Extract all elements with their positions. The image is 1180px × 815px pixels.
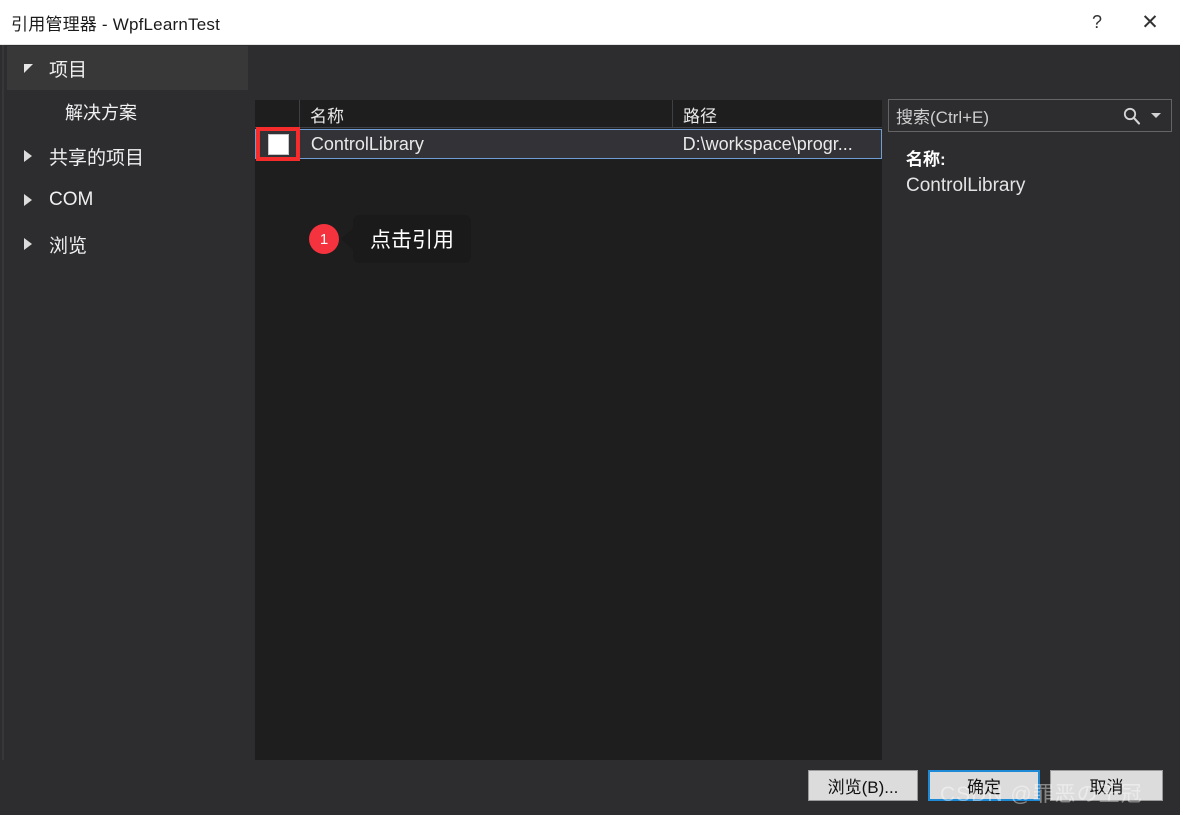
column-header-name[interactable]: 名称	[300, 100, 673, 128]
help-button[interactable]: ?	[1074, 0, 1120, 45]
column-header-path[interactable]: 路径	[673, 100, 882, 128]
table-row[interactable]: ControlLibrary D:\workspace\progr...	[255, 129, 882, 159]
title-bar: 引用管理器 - WpfLearnTest ? ✕	[0, 0, 1180, 45]
dialog-body: 项目 解决方案 共享的项目 COM 浏览 名称 路径 ControlLibrar…	[0, 45, 1180, 798]
chevron-down-icon[interactable]	[15, 63, 41, 73]
window-controls: ? ✕	[1074, 0, 1180, 45]
sidebar-item-label: 共享的项目	[49, 147, 145, 169]
sidebar-item-solution[interactable]: 解决方案	[7, 90, 248, 134]
reference-checkbox[interactable]	[267, 133, 289, 155]
sidebar-item-label: 解决方案	[65, 103, 137, 123]
reference-list-panel: 名称 路径 ControlLibrary D:\workspace\progr.…	[255, 100, 882, 798]
sidebar: 项目 解决方案 共享的项目 COM 浏览	[0, 45, 255, 760]
window-edge-line	[2, 45, 4, 760]
footer-bar: 浏览(B)... 确定 取消	[0, 760, 1180, 815]
row-path: D:\workspace\progr...	[682, 133, 853, 154]
search-box[interactable]: 搜索(Ctrl+E)	[888, 99, 1172, 132]
sidebar-item-com[interactable]: COM	[7, 178, 248, 222]
cancel-button[interactable]: 取消	[1050, 770, 1163, 801]
row-checkbox-cell[interactable]	[256, 130, 301, 158]
details-name-label: 名称:	[906, 150, 946, 169]
sidebar-item-projects[interactable]: 项目	[7, 46, 248, 90]
chevron-right-icon[interactable]	[15, 238, 41, 250]
search-icon[interactable]	[1122, 106, 1142, 126]
sidebar-item-shared-projects[interactable]: 共享的项目	[7, 134, 248, 178]
chevron-right-icon[interactable]	[15, 194, 41, 206]
list-header: 名称 路径	[255, 100, 882, 128]
sidebar-item-label: 项目	[49, 59, 88, 81]
close-button[interactable]: ✕	[1120, 0, 1180, 45]
sidebar-item-label: COM	[49, 189, 94, 210]
search-input[interactable]: 搜索(Ctrl+E)	[889, 103, 1122, 128]
chevron-right-icon[interactable]	[15, 150, 41, 162]
annotation-tooltip: 点击引用	[353, 215, 471, 263]
browse-button[interactable]: 浏览(B)...	[808, 770, 918, 801]
chevron-down-icon[interactable]	[1151, 113, 1161, 118]
annotation-step-badge: 1	[309, 224, 339, 254]
window-title: 引用管理器 - WpfLearnTest	[11, 14, 220, 34]
details-panel: 名称: ControlLibrary	[906, 145, 1171, 197]
sidebar-item-browse[interactable]: 浏览	[7, 222, 248, 266]
sidebar-item-label: 浏览	[49, 235, 88, 257]
column-header-check[interactable]	[255, 100, 300, 128]
ok-button[interactable]: 确定	[928, 770, 1040, 801]
row-name: ControlLibrary	[310, 133, 424, 154]
details-name-value: ControlLibrary	[906, 175, 1026, 196]
